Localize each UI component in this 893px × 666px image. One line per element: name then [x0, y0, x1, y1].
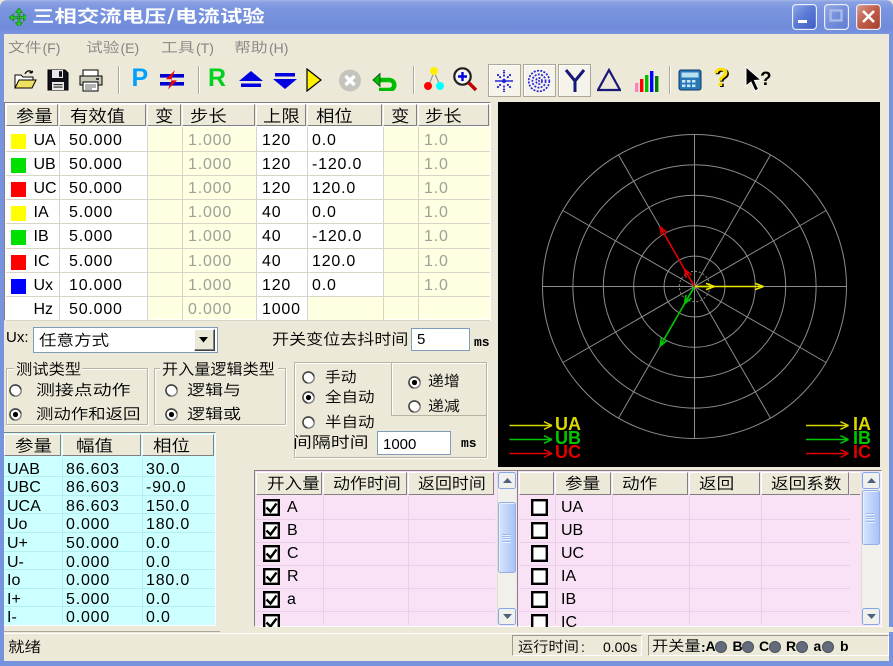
svg-text:IC: IC	[853, 442, 871, 462]
svg-text:UC: UC	[555, 442, 581, 462]
svg-text:?: ?	[760, 69, 772, 90]
